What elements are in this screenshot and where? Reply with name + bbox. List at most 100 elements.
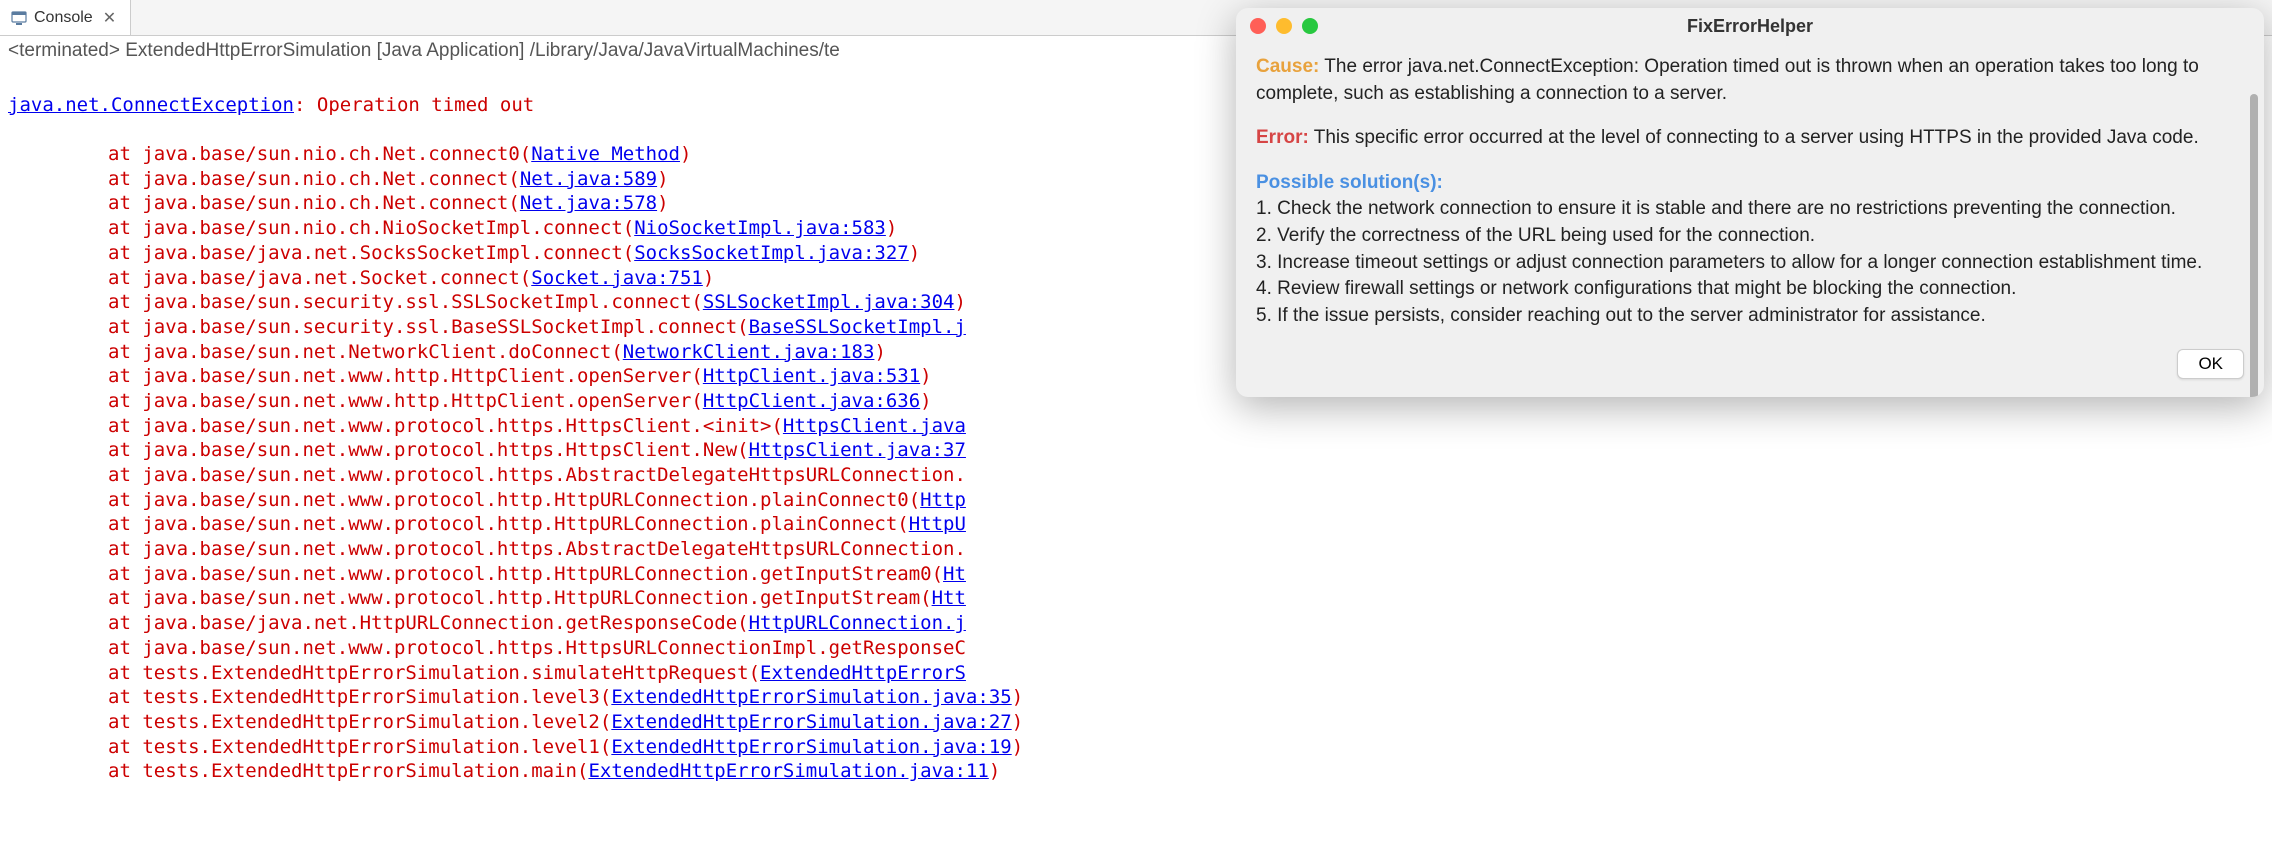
source-link[interactable]: ExtendedHttpErrorS [760,662,966,684]
stack-suffix: ) [657,168,668,190]
error-text: This specific error occurred at the leve… [1309,127,2199,148]
stack-prefix: at tests.ExtendedHttpErrorSimulation.mai… [108,760,588,782]
solution-item: 2. Verify the correctness of the URL bei… [1256,223,2244,250]
stack-prefix: at java.base/java.net.SocksSocketImpl.co… [108,242,634,264]
exception-message: Operation timed out [317,94,534,116]
stack-suffix: ) [1012,736,1023,758]
solution-item: 4. Review firewall settings or network c… [1256,276,2244,303]
tab-label: Console [34,9,93,27]
console-tab[interactable]: Console ✕ [0,0,131,35]
cause-text: The error java.net.ConnectException: Ope… [1256,56,2199,104]
source-link[interactable]: Native Method [531,143,680,165]
stack-suffix: ) [680,143,691,165]
window-minimize-button[interactable] [1276,18,1292,34]
cause-label: Cause: [1256,56,1319,77]
source-link[interactable]: SocksSocketImpl.java:327 [634,242,909,264]
stack-frame: at java.base/sun.net.www.protocol.https.… [8,463,2264,488]
source-link[interactable]: Ht [943,563,966,585]
source-link[interactable]: Net.java:578 [520,192,657,214]
stack-prefix: at java.base/sun.net.www.http.HttpClient… [108,365,703,387]
stack-prefix: at tests.ExtendedHttpErrorSimulation.lev… [108,711,611,733]
fix-error-helper-dialog: FixErrorHelper Cause: The error java.net… [1236,8,2264,397]
stack-prefix: at java.base/sun.net.www.protocol.https.… [108,415,783,437]
stack-suffix: ) [909,242,920,264]
stack-frame: at tests.ExtendedHttpErrorSimulation.lev… [8,735,2264,760]
stack-suffix: ) [920,365,931,387]
stack-suffix: ) [886,217,897,239]
window-close-button[interactable] [1250,18,1266,34]
stack-prefix: at java.base/sun.net.www.protocol.http.H… [108,513,909,535]
stack-prefix: at java.base/java.net.HttpURLConnection.… [108,612,749,634]
source-link[interactable]: SSLSocketImpl.java:304 [703,291,955,313]
source-link[interactable]: HttpClient.java:531 [703,365,920,387]
source-link[interactable]: BaseSSLSocketImpl.j [749,316,966,338]
source-link[interactable]: ExtendedHttpErrorSimulation.java:27 [611,711,1011,733]
source-link[interactable]: NetworkClient.java:183 [623,341,875,363]
stack-prefix: at tests.ExtendedHttpErrorSimulation.lev… [108,736,611,758]
source-link[interactable]: NioSocketImpl.java:583 [634,217,886,239]
source-link[interactable]: ExtendedHttpErrorSimulation.java:11 [588,760,988,782]
source-link[interactable]: Http [920,489,966,511]
stack-frame: at java.base/sun.net.www.protocol.https.… [8,636,2264,661]
window-maximize-button[interactable] [1302,18,1318,34]
stack-frame: at tests.ExtendedHttpErrorSimulation.mai… [8,759,2264,784]
source-link[interactable]: Socket.java:751 [531,267,703,289]
ok-button[interactable]: OK [2177,349,2244,379]
solutions-section: Possible solution(s): 1. Check the netwo… [1256,170,2244,330]
dialog-footer: OK [1256,349,2244,379]
stack-prefix: at java.base/sun.nio.ch.NioSocketImpl.co… [108,217,634,239]
stack-prefix: at java.base/sun.net.NetworkClient.doCon… [108,341,623,363]
stack-frame: at java.base/java.net.HttpURLConnection.… [8,611,2264,636]
source-link[interactable]: HttpURLConnection.j [749,612,966,634]
stack-suffix: ) [1012,686,1023,708]
solution-item: 1. Check the network connection to ensur… [1256,196,2244,223]
stack-prefix: at tests.ExtendedHttpErrorSimulation.sim… [108,662,760,684]
stack-frame: at java.base/sun.net.www.protocol.http.H… [8,586,2264,611]
stack-suffix: ) [657,192,668,214]
source-link[interactable]: HttpU [909,513,966,535]
tab-close-button[interactable]: ✕ [99,8,120,28]
stack-frame: at java.base/sun.net.www.protocol.http.H… [8,512,2264,537]
solutions-label: Possible solution(s): [1256,170,2244,197]
scrollbar[interactable] [2250,94,2258,397]
stack-frame: at java.base/sun.net.www.protocol.http.H… [8,562,2264,587]
stack-frame: at java.base/sun.net.www.protocol.https.… [8,414,2264,439]
stack-suffix: ) [920,390,931,412]
stack-frame: at java.base/sun.net.www.protocol.https.… [8,537,2264,562]
source-link[interactable]: Htt [932,587,966,609]
stack-frame: at java.base/sun.net.www.protocol.https.… [8,438,2264,463]
stack-prefix: at java.base/sun.net.www.protocol.http.H… [108,489,920,511]
stack-suffix: ) [874,341,885,363]
stack-frame: at tests.ExtendedHttpErrorSimulation.lev… [8,685,2264,710]
dialog-titlebar[interactable]: FixErrorHelper [1236,8,2264,44]
console-icon [10,9,28,27]
stack-prefix: at java.base/sun.nio.ch.Net.connect( [108,168,520,190]
exception-class-link[interactable]: java.net.ConnectException [8,94,294,116]
source-link[interactable]: HttpClient.java:636 [703,390,920,412]
stack-prefix: at java.base/java.net.Socket.connect( [108,267,531,289]
source-link[interactable]: ExtendedHttpErrorSimulation.java:35 [611,686,1011,708]
stack-prefix: at java.base/sun.security.ssl.BaseSSLSoc… [108,316,749,338]
stack-prefix: at java.base/sun.net.www.protocol.https.… [108,637,966,659]
stack-frame: at tests.ExtendedHttpErrorSimulation.sim… [8,661,2264,686]
source-link[interactable]: HttpsClient.java:37 [749,439,966,461]
source-link[interactable]: ExtendedHttpErrorSimulation.java:19 [611,736,1011,758]
stack-prefix: at java.base/sun.net.www.protocol.http.H… [108,563,943,585]
stack-suffix: ) [703,267,714,289]
solution-item: 5. If the issue persists, consider reach… [1256,303,2244,330]
dialog-body: Cause: The error java.net.ConnectExcepti… [1236,44,2264,397]
stack-prefix: at java.base/sun.net.www.protocol.https.… [108,538,966,560]
dialog-title: FixErrorHelper [1236,16,2264,37]
stack-prefix: at java.base/sun.net.www.protocol.https.… [108,464,966,486]
stack-prefix: at java.base/sun.security.ssl.SSLSocketI… [108,291,703,313]
cause-section: Cause: The error java.net.ConnectExcepti… [1256,54,2244,107]
source-link[interactable]: HttpsClient.java [783,415,966,437]
error-section: Error: This specific error occurred at t… [1256,125,2244,152]
stack-frame: at java.base/sun.net.www.protocol.http.H… [8,488,2264,513]
stack-prefix: at tests.ExtendedHttpErrorSimulation.lev… [108,686,611,708]
stack-prefix: at java.base/sun.net.www.protocol.http.H… [108,587,932,609]
source-link[interactable]: Net.java:589 [520,168,657,190]
stack-frame: at tests.ExtendedHttpErrorSimulation.lev… [8,710,2264,735]
stack-prefix: at java.base/sun.net.www.http.HttpClient… [108,390,703,412]
stack-suffix: ) [1012,711,1023,733]
